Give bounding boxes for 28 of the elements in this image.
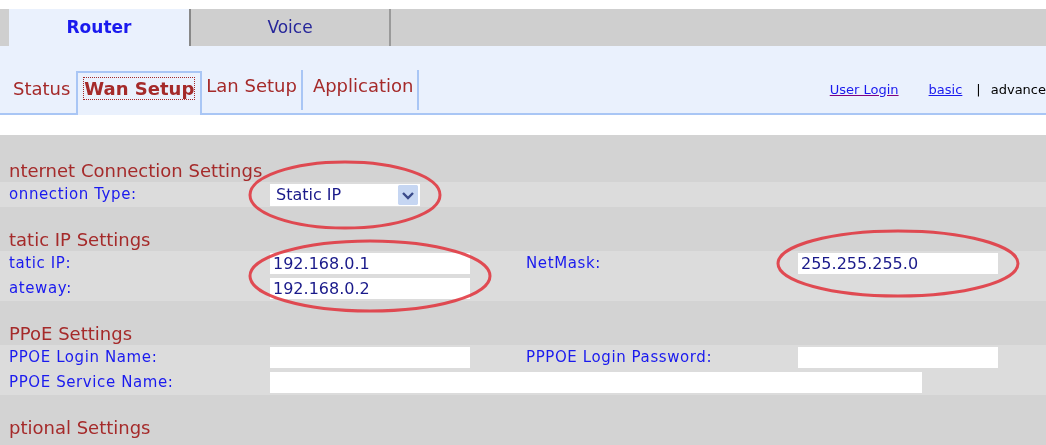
separator: | — [976, 80, 981, 99]
field-label: tatic IP: — [9, 253, 73, 275]
section-title: ptional Settings — [8, 417, 152, 439]
section-title: PPoE Settings — [8, 323, 133, 345]
field-label: PPOE Service Name: — [9, 372, 175, 394]
login-link[interactable]: User Login — [829, 79, 899, 99]
field-label: onnection Type: — [9, 184, 138, 206]
field-label: NetMask: — [526, 253, 602, 275]
input-field[interactable]: 255.255.255.0 — [798, 253, 998, 274]
tab[interactable]: Lan Setup — [202, 70, 303, 110]
chevron-down-icon[interactable] — [398, 184, 418, 205]
input-field[interactable] — [270, 347, 470, 368]
section-title: nternet Connection Settings — [8, 160, 264, 182]
dropdown[interactable]: Static IP — [270, 183, 420, 206]
input-field[interactable] — [798, 347, 998, 368]
section-title: tatic IP Settings — [8, 229, 152, 251]
tab[interactable]: Status — [9, 71, 77, 115]
input-field[interactable]: 192.168.0.2 — [270, 278, 470, 299]
tab[interactable]: Wan Setup — [76, 71, 203, 115]
mode-link[interactable]: basic — [928, 79, 963, 99]
field-label: PPOE Login Name: — [9, 347, 159, 369]
mode-label: advance — [990, 80, 1046, 99]
tab[interactable]: Router — [9, 9, 191, 46]
input-field[interactable] — [270, 372, 922, 393]
tab[interactable]: Application — [308, 70, 420, 110]
field-label: PPPOE Login Password: — [526, 347, 714, 369]
input-field[interactable]: 192.168.0.1 — [270, 253, 470, 274]
field-label: ateway: — [9, 278, 73, 300]
